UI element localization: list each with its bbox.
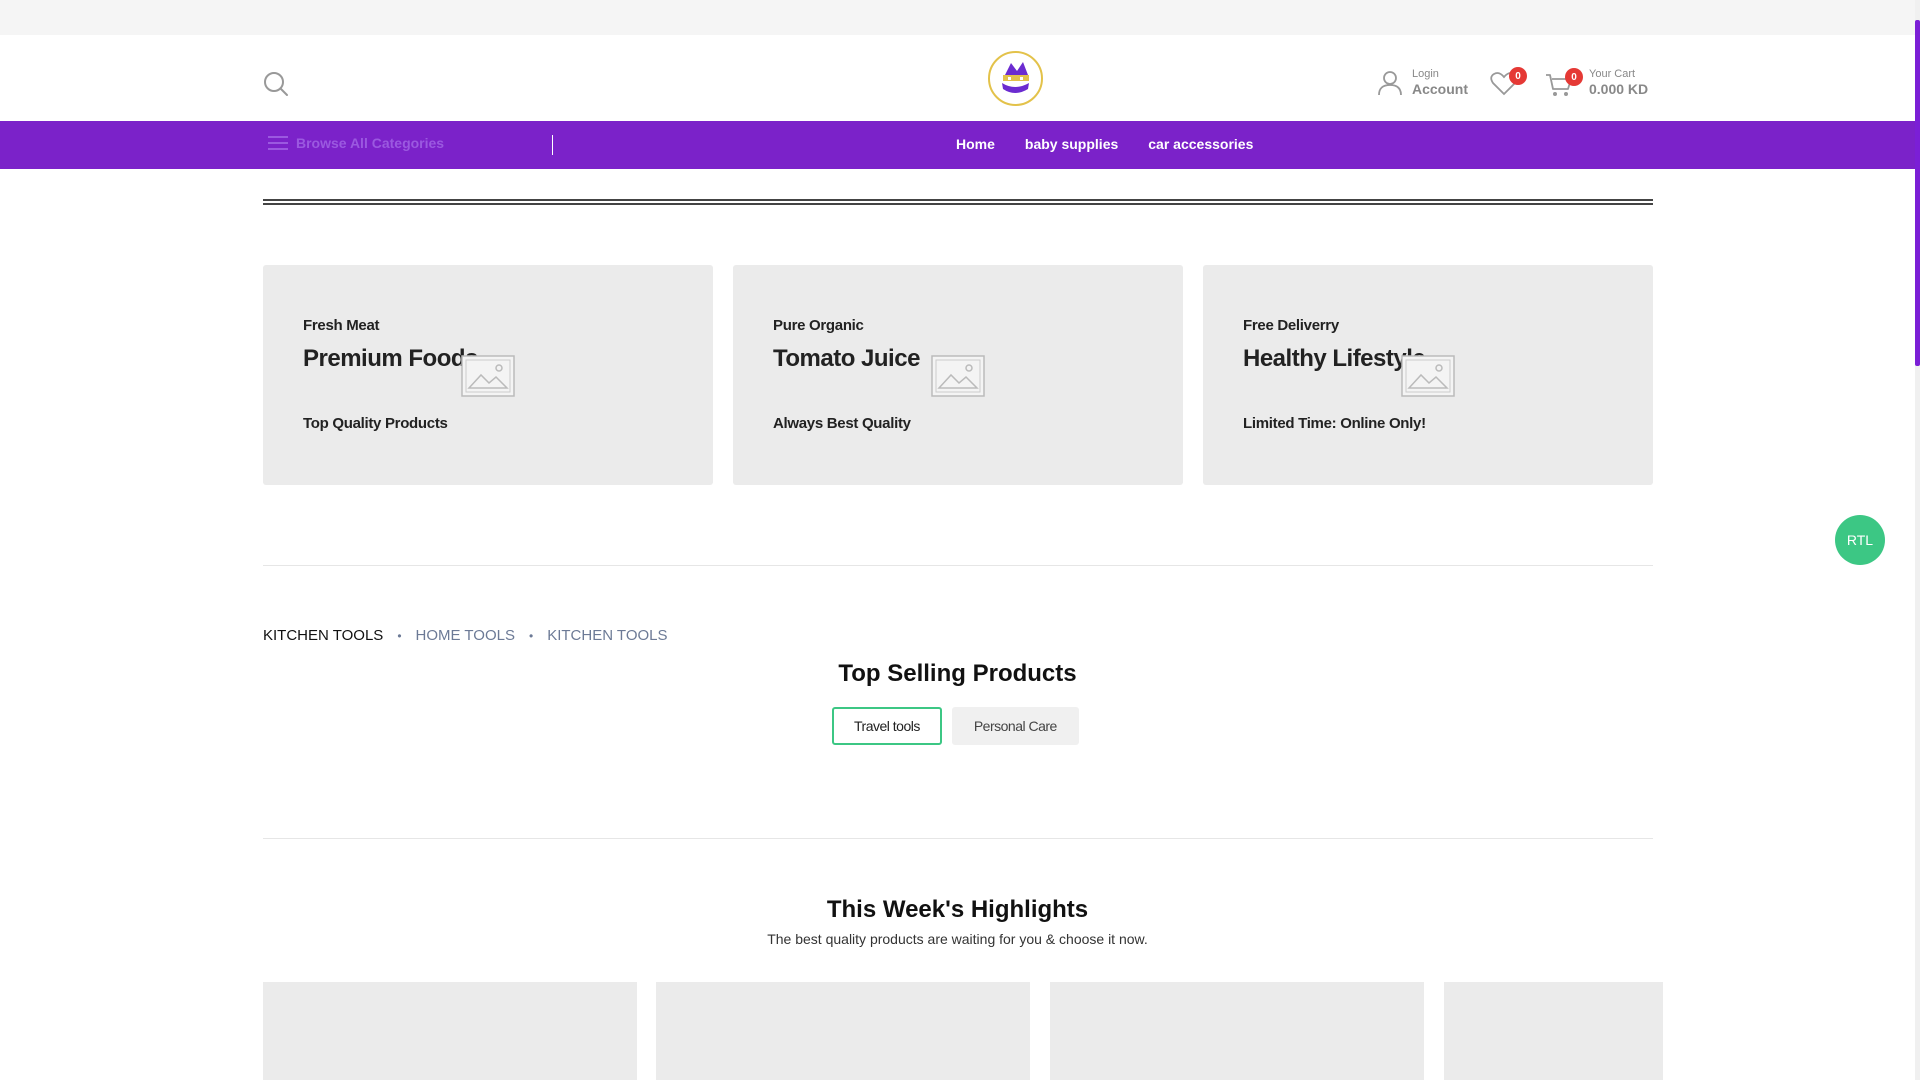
cart-icon-wrap: 0 xyxy=(1545,68,1583,98)
banner-title: Tomato Juice xyxy=(773,345,920,372)
category-tabs: KITCHEN TOOLS • HOME TOOLS • KITCHEN TOO… xyxy=(263,627,668,644)
promo-banner[interactable]: Pure Organic Tomato Juice Always Best Qu… xyxy=(733,265,1183,485)
browse-categories-button[interactable]: Browse All Categories xyxy=(268,135,444,151)
wishlist-count-badge: 0 xyxy=(1509,67,1527,85)
banner-subtitle: Free Deliverry xyxy=(1243,317,1339,334)
site-logo[interactable] xyxy=(988,51,1043,106)
highlights-title: This Week's Highlights xyxy=(826,896,1089,923)
nav-link-baby-supplies[interactable]: baby supplies xyxy=(1025,136,1118,152)
login-label: Login xyxy=(1412,68,1439,80)
search-icon[interactable] xyxy=(262,70,290,98)
promo-banner[interactable]: Free Deliverry Healthy Lifestyle Limited… xyxy=(1203,265,1653,485)
account-link[interactable]: Login Account xyxy=(1378,65,1468,101)
main-navbar: Browse All Categories Home baby supplies… xyxy=(0,121,1915,169)
menu-icon xyxy=(268,136,288,150)
tab-separator: • xyxy=(529,628,534,643)
nav-link-home[interactable]: Home xyxy=(956,136,995,152)
rtl-toggle-button[interactable]: RTL xyxy=(1835,515,1885,565)
product-card[interactable] xyxy=(263,982,637,1080)
nav-divider xyxy=(552,135,553,155)
hero-slider-frame xyxy=(263,199,1653,205)
cart-button[interactable]: 0 Your Cart 0.000 KD xyxy=(1545,65,1648,101)
loading-spinner-icon xyxy=(430,1074,470,1080)
product-card[interactable] xyxy=(1444,982,1663,1080)
browse-categories-label: Browse All Categories xyxy=(296,135,445,151)
product-filter-pills: Travel tools Personal Care xyxy=(832,707,1079,745)
promo-banner[interactable]: Fresh Meat Premium Foods Top Quality Pro… xyxy=(263,265,713,485)
image-placeholder-icon xyxy=(931,355,985,397)
section-divider xyxy=(263,565,1653,566)
scrollbar-thumb[interactable] xyxy=(1915,20,1920,366)
top-selling-title: Top Selling Products xyxy=(838,660,1077,687)
highlights-subtitle: The best quality products are waiting fo… xyxy=(767,931,1148,947)
product-card[interactable] xyxy=(656,982,1030,1080)
tab-kitchen-tools-2[interactable]: KITCHEN TOOLS xyxy=(547,627,667,644)
banner-subtitle: Pure Organic xyxy=(773,317,864,334)
image-placeholder-icon xyxy=(1401,355,1455,397)
banner-tagline: Limited Time: Online Only! xyxy=(1243,415,1426,432)
tab-separator: • xyxy=(397,628,402,643)
account-label: Account xyxy=(1412,81,1468,98)
cart-total: 0.000 KD xyxy=(1589,81,1649,98)
banner-subtitle: Fresh Meat xyxy=(303,317,380,334)
nav-links: Home baby supplies car accessories xyxy=(956,136,1253,152)
cart-count-badge: 0 xyxy=(1565,68,1583,86)
page-scrollbar[interactable] xyxy=(1915,0,1920,1080)
product-card[interactable] xyxy=(1050,982,1424,1080)
wishlist-button[interactable]: 0 xyxy=(1490,67,1527,99)
site-header: Login Account 0 0 Your Cart 0.000 KD xyxy=(0,35,1915,121)
logo-mark xyxy=(1002,62,1029,93)
user-icon xyxy=(1378,71,1402,96)
top-strip xyxy=(0,0,1915,35)
banner-title: Premium Foods xyxy=(303,345,478,372)
filter-pill-personal-care[interactable]: Personal Care xyxy=(951,707,1079,745)
tab-home-tools[interactable]: HOME TOOLS xyxy=(416,627,515,644)
your-cart-label: Your Cart xyxy=(1589,68,1636,80)
banner-title: Healthy Lifestyle xyxy=(1243,345,1426,372)
nav-link-car-accessories[interactable]: car accessories xyxy=(1148,136,1253,152)
filter-pill-travel-tools[interactable]: Travel tools xyxy=(832,707,942,745)
banner-tagline: Always Best Quality xyxy=(773,415,911,432)
tab-kitchen-tools[interactable]: KITCHEN TOOLS xyxy=(263,627,383,644)
banner-tagline: Top Quality Products xyxy=(303,415,448,432)
section-divider xyxy=(263,838,1653,839)
image-placeholder-icon xyxy=(461,355,515,397)
